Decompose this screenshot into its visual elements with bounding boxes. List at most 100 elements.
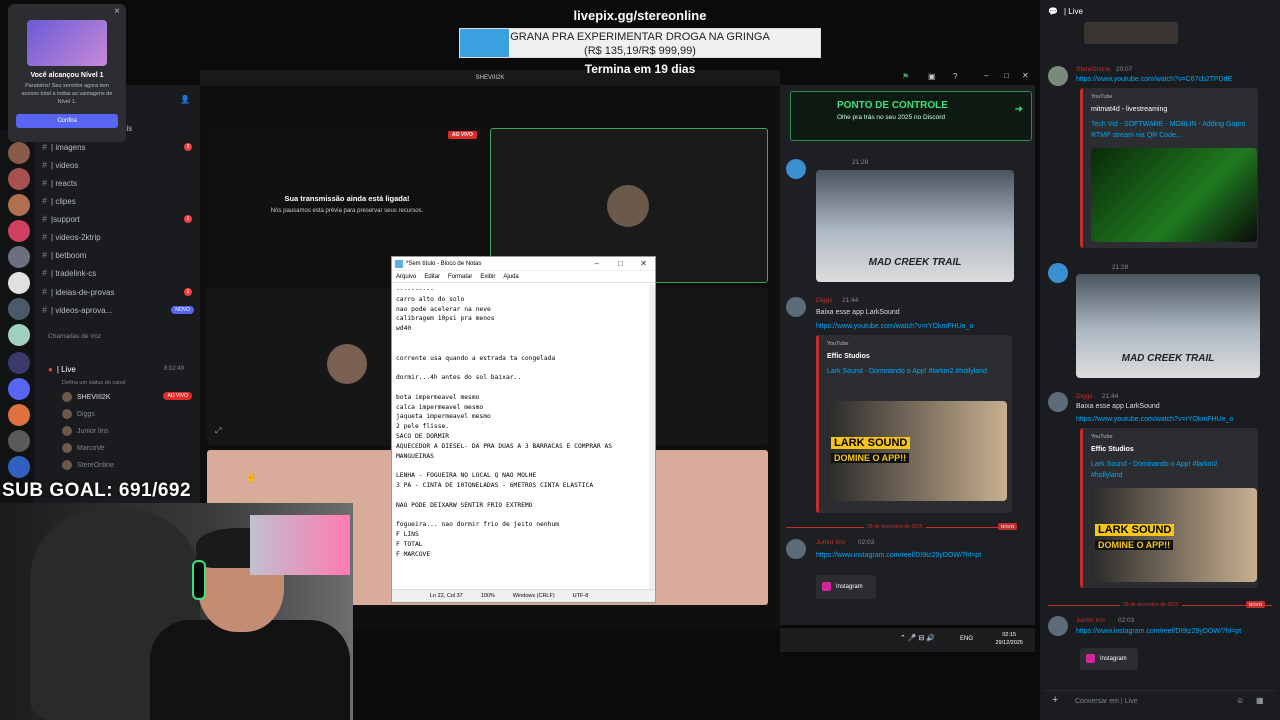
menu-arquivo[interactable]: Arquivo [396, 271, 416, 282]
message-user[interactable]: Diggs [816, 297, 833, 304]
minimize-icon[interactable]: – [595, 257, 599, 271]
help-icon[interactable]: ? [953, 72, 962, 81]
flag-icon[interactable]: ⚑ [902, 72, 911, 81]
arrow-right-icon[interactable]: ➜ [1015, 104, 1023, 115]
embed-title-link[interactable]: Tech Vid - SOFTWARE - MOBLIN - Adding Go… [1091, 119, 1250, 141]
server-icon[interactable] [8, 352, 30, 374]
hash-icon: # [42, 287, 48, 297]
message-link[interactable]: https://www.youtube.com/watch?v=rYOkmFHU… [816, 322, 973, 332]
category-voice[interactable]: Chamadas de Voz [48, 328, 101, 344]
hash-icon: # [42, 250, 48, 260]
embed-title-link[interactable]: Lark Sound - Dominando o App! #larkm2 #h… [1091, 459, 1250, 481]
server-icon[interactable] [8, 298, 30, 320]
paused-title: Sua transmissão ainda está ligada! [284, 194, 410, 203]
voice-user[interactable]: SHEVIII2K [62, 392, 110, 402]
close-icon[interactable]: ✕ [640, 257, 647, 271]
server-icon[interactable] [8, 220, 30, 242]
clock[interactable]: 02:15 29/12/2025 [995, 631, 1023, 647]
message-user[interactable]: Diggs [1076, 393, 1093, 400]
apps-icon[interactable]: ▦ [1256, 696, 1264, 705]
video-thumbnail[interactable] [1091, 148, 1257, 242]
notepad-window[interactable]: *Sem título - Bloco de Notas – □ ✕ Arqui… [391, 256, 656, 603]
menu-formatar[interactable]: Formatar [448, 271, 472, 282]
video-thumbnail[interactable]: LARK SOUND DOMINE O APP!! [1091, 488, 1257, 582]
avatar [786, 297, 806, 317]
channel-reacts[interactable]: # | reacts [42, 175, 77, 191]
notepad-titlebar[interactable]: *Sem título - Bloco de Notas – □ ✕ [392, 257, 655, 271]
maximize-icon[interactable]: □ [1004, 71, 1009, 80]
close-icon[interactable]: ✕ [1022, 71, 1029, 80]
fullscreen-icon[interactable]: ⤢ [215, 426, 221, 436]
message-link[interactable]: https://www.youtube.com/watch?v=C67cb2TP… [1076, 75, 1232, 85]
add-attachment-icon[interactable]: + [1052, 694, 1058, 706]
server-icon[interactable] [8, 194, 30, 216]
voice-user[interactable]: MarcoVe [62, 443, 105, 453]
channel-label: | videos [51, 160, 79, 170]
menu-exibir[interactable]: Exibir [480, 271, 495, 282]
message-link[interactable]: https://www.instagram.com/reel/DI9tz29yD… [816, 551, 1006, 561]
channel-videos[interactable]: # | videos [42, 157, 78, 173]
server-icon[interactable] [8, 168, 30, 190]
channel-tradelink-cs[interactable]: # | tradelink-cs [42, 265, 96, 281]
server-icon[interactable] [8, 324, 30, 346]
channel-ideias-de-provas[interactable]: # | ideias-de-provas [42, 284, 114, 300]
close-icon[interactable]: × [114, 6, 120, 17]
embed-author[interactable]: Effic Studios [827, 353, 1012, 360]
video-thumbnail[interactable]: LARK SOUND DOMINE O APP!! [827, 401, 1007, 501]
voice-user[interactable]: StereOnline [62, 460, 114, 470]
channel-clipes[interactable]: # | clipes [42, 193, 76, 209]
channel-label: | videos-aprova... [51, 305, 113, 315]
checkpoint-banner[interactable]: PONTO DE CONTROLE Olhe pra trás no seu 2… [790, 91, 1032, 141]
server-icon[interactable] [8, 456, 30, 478]
video-thumbnail[interactable]: MAD CREEK TRAIL [1076, 274, 1260, 378]
popup-description: Parabéns! Seu servidor agora tem acesso … [21, 83, 113, 105]
channel-status-hint[interactable]: Defina um status do canal [62, 375, 126, 391]
emoji-icon[interactable]: ☺ [1236, 696, 1244, 705]
server-icon[interactable] [8, 272, 30, 294]
message-link[interactable]: https://www.instagram.com/reel/DI9tz29yD… [1076, 627, 1266, 637]
channel-betboom[interactable]: # | betboom [42, 247, 86, 263]
voice-user[interactable]: Junior lins [62, 426, 109, 436]
instagram-icon [1086, 654, 1095, 663]
instagram-embed[interactable]: Instagram [816, 575, 876, 599]
embed-author[interactable]: Effic Studios [1091, 446, 1258, 453]
thumbnail-text: DOMINE O APP!! [1095, 540, 1174, 550]
notepad-textarea[interactable]: ---------- carro alto do solo nao pode a… [392, 283, 655, 589]
message-link[interactable]: https://www.youtube.com/watch?v=rYOkmFHU… [1076, 415, 1233, 425]
voice-user[interactable]: Diggs [62, 409, 95, 419]
channel-support[interactable]: # |support [42, 211, 80, 227]
minimize-icon[interactable]: – [984, 71, 988, 80]
message-user[interactable]: Junior lins [1076, 617, 1105, 624]
video-thumbnail[interactable]: MAD CREEK TRAIL [816, 170, 1014, 282]
message-user[interactable]: Junior lins [816, 539, 845, 546]
message-time: 02:03 [1118, 617, 1135, 624]
menu-ajuda[interactable]: Ajuda [503, 271, 518, 282]
server-icon[interactable] [8, 246, 30, 268]
thumbnail-title: MAD CREEK TRAIL [1121, 353, 1215, 364]
embed-author[interactable]: mitmat4d - livestreaming [1091, 106, 1258, 113]
instagram-embed[interactable]: Instagram [1080, 648, 1138, 670]
server-icon[interactable] [8, 404, 30, 426]
channel-label: | Live [56, 364, 76, 374]
server-icon[interactable] [8, 142, 30, 164]
tray-icons[interactable]: ⌃ 🎤 ⊟ 🔊 [900, 634, 935, 642]
server-icon[interactable] [8, 378, 30, 400]
language-indicator[interactable]: ENG [960, 636, 973, 642]
livepix-url: livepix.gg/stereonline [573, 8, 707, 23]
embed-title-link[interactable]: Lark Sound - Dominando o App! #larkm2 #h… [827, 366, 1004, 377]
live-dot-icon: ● [48, 364, 53, 374]
add-member-icon[interactable]: 👤 [180, 95, 190, 104]
channel-videos-aprova[interactable]: # | videos-aprova... [42, 302, 112, 318]
message-user[interactable]: StereOnline [1076, 66, 1110, 73]
image-attachment[interactable] [1084, 22, 1178, 44]
maximize-icon[interactable]: □ [618, 257, 623, 271]
scrollbar[interactable] [649, 285, 655, 591]
new-badge: NOVO [171, 306, 194, 314]
channel-header-title: | Live [1064, 7, 1083, 16]
popout-icon[interactable]: ▣ [928, 72, 937, 81]
server-icon[interactable] [8, 430, 30, 452]
menu-editar[interactable]: Editar [424, 271, 440, 282]
confira-button[interactable]: Confira [16, 114, 118, 128]
channel-videos-2ktrip[interactable]: # | videos-2ktrip [42, 229, 101, 245]
avatar [786, 539, 806, 559]
